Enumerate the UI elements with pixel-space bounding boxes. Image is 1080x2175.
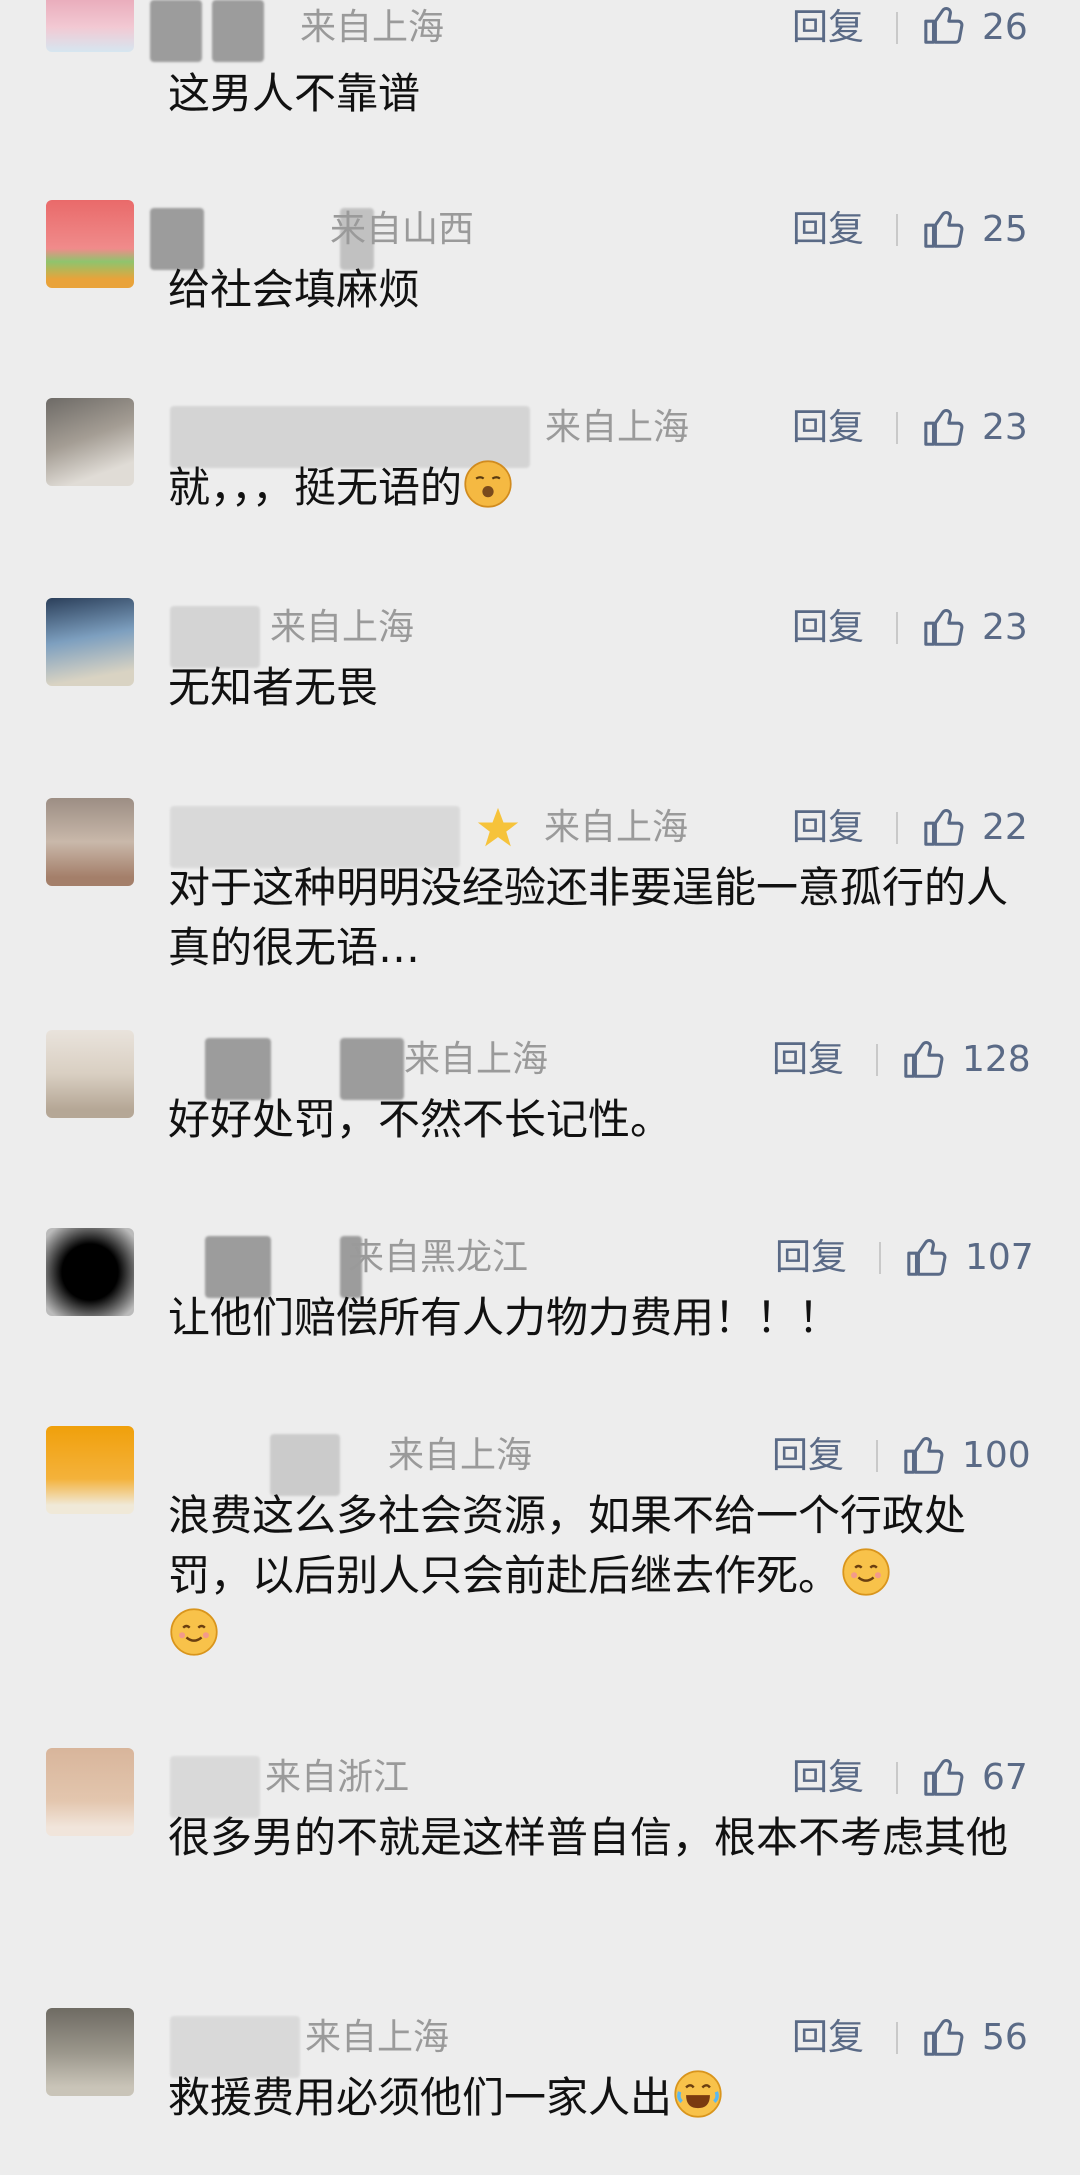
divider	[896, 214, 898, 246]
reply-button[interactable]: 回复	[792, 0, 864, 58]
comment-text: 这男人不靠谱	[168, 69, 421, 118]
reply-button[interactable]: 回复	[792, 2008, 864, 2068]
reply-button[interactable]: 回复	[772, 1426, 844, 1486]
like-count: 107	[965, 1237, 1034, 1278]
comment-text: 很多男的不就是这样普自信，根本不考虑其他	[168, 1813, 1009, 1862]
thumbs-up-icon[interactable]	[922, 604, 968, 650]
like-count: 22	[982, 807, 1028, 848]
avatar[interactable]	[46, 1426, 134, 1514]
location-label: 来自上海	[270, 607, 415, 648]
divider	[876, 1044, 878, 1076]
thumbs-up-icon[interactable]	[902, 1432, 948, 1478]
comment-text-content: 就，，，挺无语的	[168, 463, 463, 512]
comment-text: 就，，，挺无语的	[168, 458, 1038, 518]
divider	[896, 1762, 898, 1794]
reply-button[interactable]: 回复	[772, 1030, 844, 1090]
avatar[interactable]	[46, 598, 134, 686]
reply-button[interactable]: 回复	[775, 1228, 847, 1288]
location-label: 来自上海	[544, 807, 689, 848]
thumbs-up-icon[interactable]	[922, 2014, 968, 2060]
reply-button[interactable]: 回复	[792, 598, 864, 658]
reply-button[interactable]: 回复	[792, 398, 864, 458]
location-label: 来自上海	[388, 1435, 533, 1476]
star-badge-icon	[477, 807, 519, 847]
location-label: 来自浙江	[265, 1757, 410, 1798]
avatar[interactable]	[46, 1228, 134, 1316]
location-label: 来自上海	[305, 2017, 450, 2058]
divider	[876, 1440, 878, 1472]
divider	[896, 412, 898, 444]
reply-button[interactable]: 回复	[792, 1748, 864, 1808]
kiss-emoji-icon	[464, 460, 512, 508]
like-count: 56	[982, 2017, 1028, 2058]
username-redacted	[150, 0, 202, 62]
avatar[interactable]	[46, 398, 134, 486]
like-count: 100	[962, 1435, 1031, 1476]
thumbs-up-icon[interactable]	[905, 1234, 951, 1280]
comment-text: 浪费这么多社会资源，如果不给一个行政处罚，以后别人只会前赴后继去作死。	[168, 1486, 1038, 1666]
comment-list: 来自上海 回复 26 这男人不靠谱 来自山西 回复 25 给社会填麻烦 来自上海…	[0, 0, 1080, 2175]
laugh-emoji-icon	[674, 2070, 722, 2118]
thumbs-up-icon[interactable]	[922, 2, 968, 48]
location-label: 来自上海	[300, 7, 445, 48]
reply-button[interactable]: 回复	[792, 798, 864, 858]
divider	[896, 812, 898, 844]
smile-emoji-icon	[842, 1548, 890, 1596]
avatar[interactable]	[46, 798, 134, 886]
username-redacted	[212, 0, 264, 62]
comment-text: 救援费用必须他们一家人出	[168, 2068, 1038, 2128]
thumbs-up-icon[interactable]	[922, 404, 968, 450]
divider	[879, 1242, 881, 1274]
divider	[896, 2022, 898, 2054]
thumbs-up-icon[interactable]	[922, 804, 968, 850]
avatar[interactable]	[46, 0, 134, 52]
divider	[896, 612, 898, 644]
like-count: 67	[982, 1757, 1028, 1798]
reply-button[interactable]: 回复	[792, 200, 864, 260]
like-count: 25	[982, 209, 1028, 250]
comment-text: 好好处罚，不然不长记性。	[168, 1095, 673, 1144]
avatar[interactable]	[46, 200, 134, 288]
comment-text: 让他们赔偿所有人力物力费用！！！	[168, 1293, 841, 1342]
like-count: 23	[982, 607, 1028, 648]
location-label: 来自黑龙江	[348, 1237, 529, 1278]
like-count: 26	[982, 7, 1028, 48]
thumbs-up-icon[interactable]	[922, 1754, 968, 1800]
like-count: 128	[962, 1039, 1031, 1080]
location-label: 来自山西	[330, 209, 475, 250]
comment-text: 给社会填麻烦	[168, 265, 421, 314]
location-label: 来自上海	[545, 407, 690, 448]
avatar[interactable]	[46, 1748, 134, 1836]
comment-text: 无知者无畏	[168, 663, 379, 712]
comment-text-content: 救援费用必须他们一家人出	[168, 2073, 673, 2122]
avatar[interactable]	[46, 2008, 134, 2096]
divider	[896, 12, 898, 44]
comment-text: 对于这种明明没经验还非要逞能一意孤行的人真的很无语…	[168, 863, 1009, 972]
like-count: 23	[982, 407, 1028, 448]
smile-emoji-icon	[170, 1608, 218, 1656]
thumbs-up-icon[interactable]	[902, 1036, 948, 1082]
avatar[interactable]	[46, 1030, 134, 1118]
thumbs-up-icon[interactable]	[922, 206, 968, 252]
location-label: 来自上海	[404, 1039, 549, 1080]
